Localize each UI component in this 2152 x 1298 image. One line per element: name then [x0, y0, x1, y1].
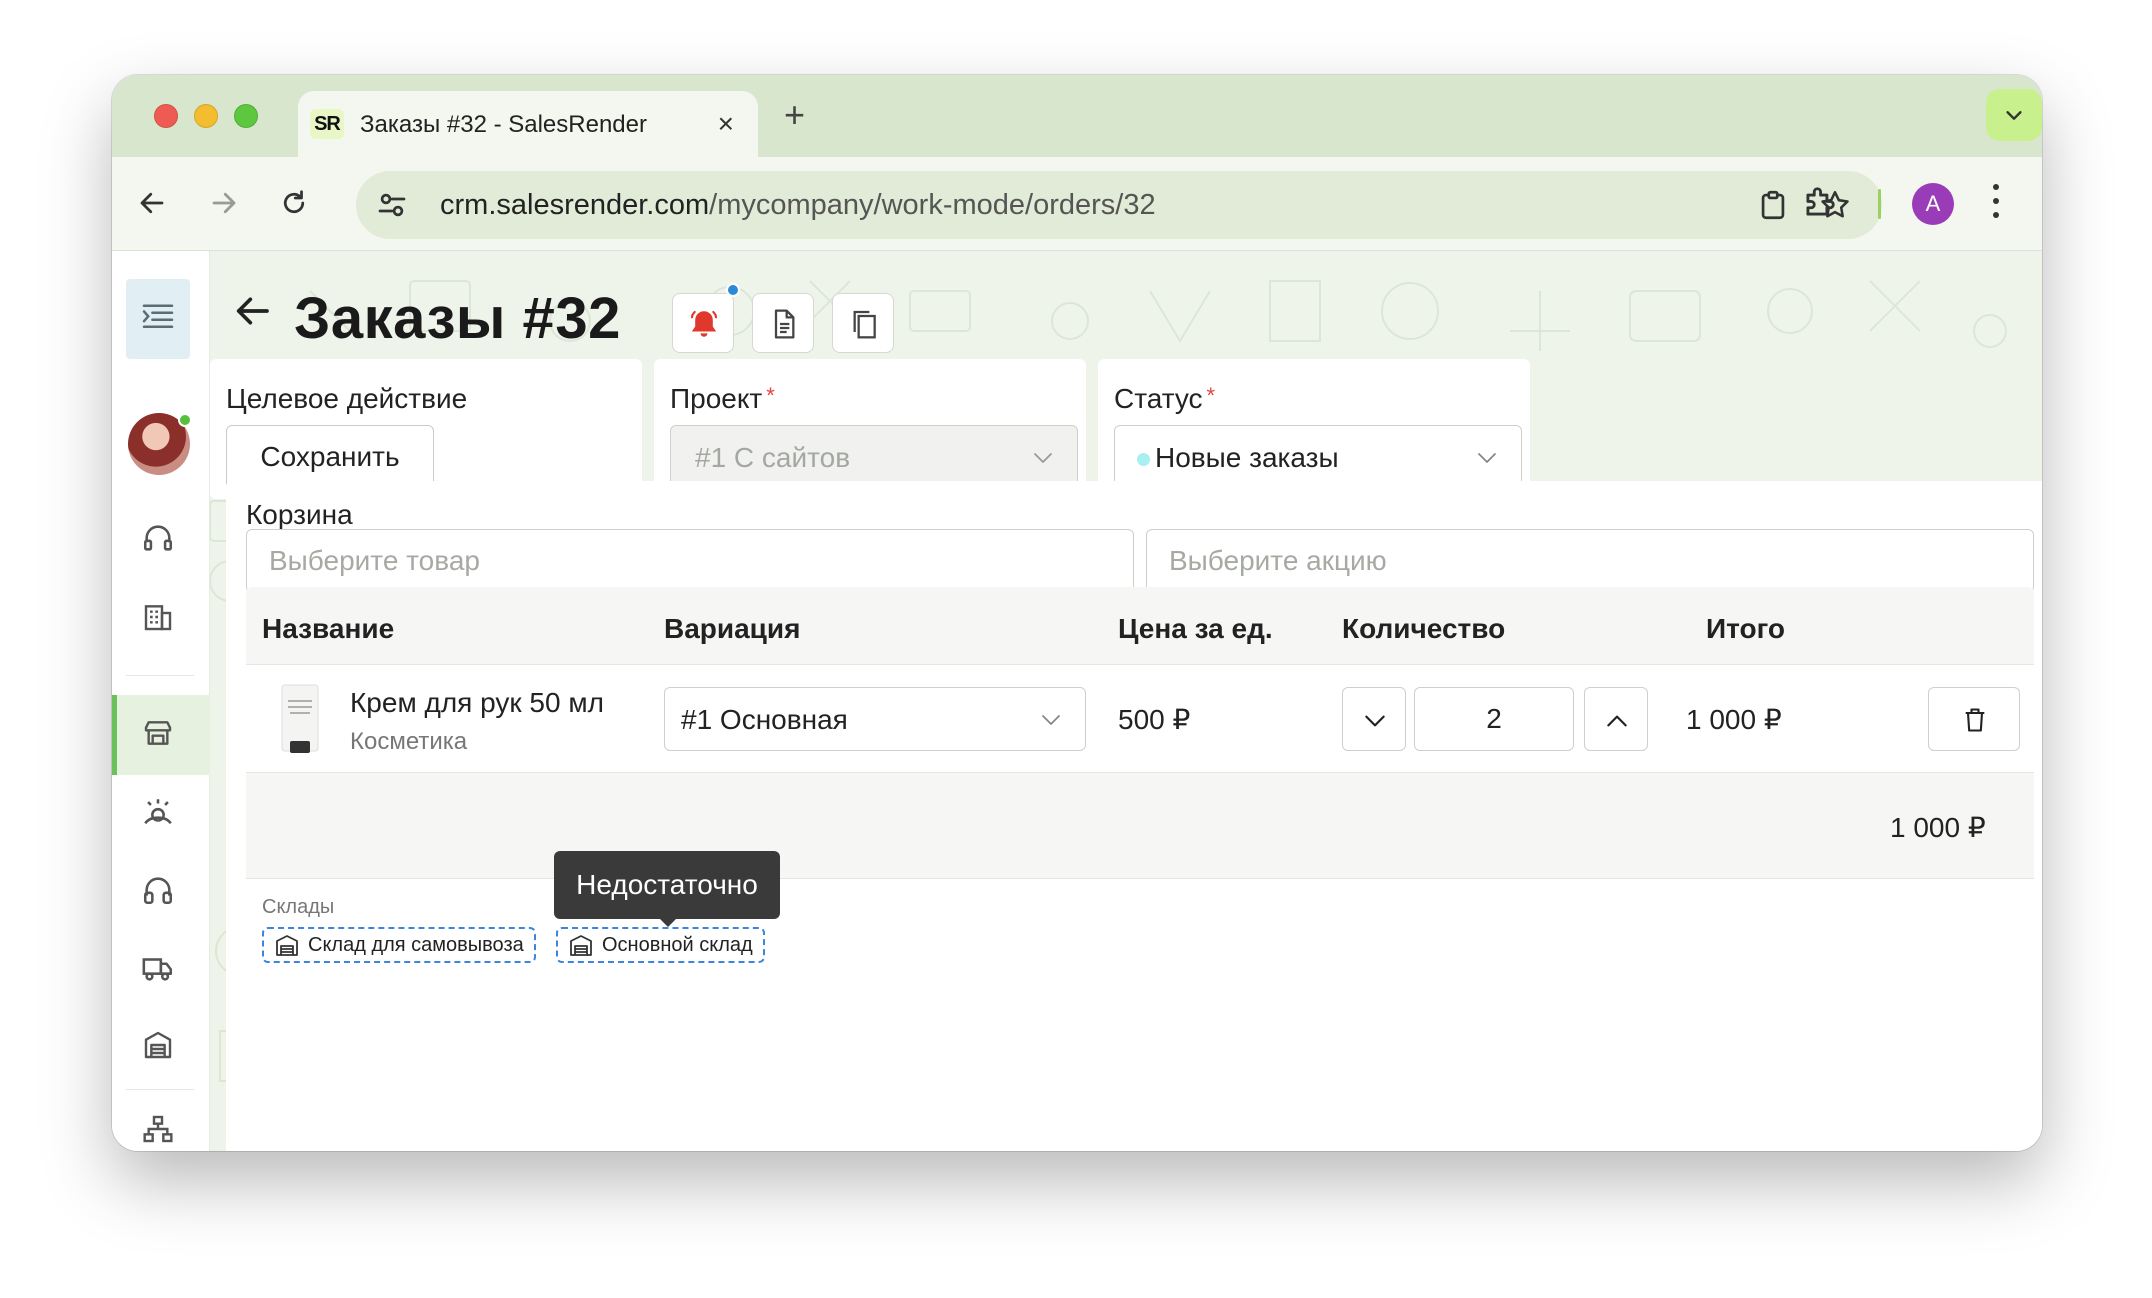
store-icon[interactable] [126, 703, 190, 767]
column-header-variation: Вариация [664, 613, 801, 644]
insufficient-tooltip: Недостаточно [554, 851, 780, 919]
page-title: Заказы #32 [294, 286, 621, 351]
variation-select[interactable]: #1 Основная [664, 687, 1086, 751]
product-name: Крем для рук 50 мл [350, 687, 604, 718]
warehouse-icon [570, 935, 592, 956]
copy-icon [853, 310, 876, 339]
browser-toolbar: crm.salesrender.com/mycompany/work-mode/… [112, 157, 2042, 251]
document-button[interactable] [752, 293, 814, 353]
notification-dot [726, 283, 740, 297]
document-icon [774, 309, 795, 339]
warehouse-name: Склад для самовывоза [308, 934, 524, 956]
close-window-button[interactable] [154, 104, 178, 128]
more-icon[interactable] [1986, 181, 2006, 227]
cart-label: Корзина [246, 499, 353, 530]
warehouse-chip[interactable]: Склад для самовывоза [262, 927, 536, 963]
back-icon[interactable] [130, 181, 174, 225]
bell-icon [690, 310, 718, 337]
variation-value: #1 Основная [681, 704, 848, 735]
extensions-icon[interactable] [1800, 183, 1838, 223]
browser-window: SR Заказы #32 - SalesRender × + crm.sale… [112, 75, 2042, 1151]
product-category: Косметика [350, 728, 468, 755]
quantity-increase-button[interactable] [1584, 687, 1648, 751]
favicon-icon: SR [310, 109, 344, 139]
row-total: 1 000 ₽ [1686, 704, 1782, 735]
warehouse-icon[interactable] [126, 1015, 190, 1079]
trash-icon [1965, 708, 1985, 732]
headphones-icon[interactable] [126, 859, 190, 923]
column-header-total: Итого [1706, 613, 1785, 644]
maximize-window-button[interactable] [234, 104, 258, 128]
project-card: Проект * #1 С сайтов [654, 359, 1086, 499]
quantity-decrease-button[interactable] [1342, 687, 1406, 751]
tab-title: Заказы #32 - SalesRender [360, 111, 647, 138]
project-value: #1 С сайтов [695, 442, 851, 473]
warehouses-label: Склады [262, 896, 335, 918]
quantity-input[interactable]: 2 [1414, 687, 1574, 751]
minimize-window-button[interactable] [194, 104, 218, 128]
promo-search-input[interactable]: Выберите акцию [1146, 529, 2034, 593]
forward-icon[interactable] [202, 181, 246, 225]
chevron-down-icon [1478, 453, 1496, 463]
page-content: Заказы #32 Целевое действие Сохранить Пр… [112, 251, 2042, 1151]
project-select[interactable]: #1 С сайтов [670, 425, 1078, 489]
tab-list-icon[interactable] [1986, 89, 2042, 141]
status-select[interactable]: Новые заказы [1114, 425, 1522, 489]
status-label: Статус * [1114, 383, 1216, 414]
back-arrow-icon[interactable] [232, 291, 272, 331]
page-header: Заказы #32 [210, 251, 2042, 361]
save-button[interactable]: Сохранить [226, 425, 434, 489]
toolbar-separator [1878, 189, 1881, 219]
warehouse-chip[interactable]: Основной склад [556, 927, 765, 963]
headset-icon[interactable] [126, 507, 190, 571]
tab-strip: SR Заказы #32 - SalesRender × + [112, 75, 2042, 157]
warehouse-name: Основной склад [602, 934, 753, 956]
warehouse-icon [276, 935, 298, 956]
browser-tab[interactable]: SR Заказы #32 - SalesRender × [298, 91, 758, 157]
chevron-down-icon [1034, 453, 1052, 463]
chevron-down-icon [1365, 715, 1385, 727]
chevron-up-icon [1607, 715, 1627, 727]
sidebar-divider [126, 675, 194, 676]
table-footer [246, 773, 2034, 879]
target-action-label: Целевое действие [226, 383, 468, 414]
structure-icon[interactable] [126, 1099, 190, 1151]
reload-icon[interactable] [272, 181, 316, 225]
tooltip-arrow [659, 918, 677, 927]
status-card: Статус * Новые заказы [1098, 359, 1530, 499]
profile-avatar[interactable]: A [1912, 183, 1954, 225]
sidebar [112, 251, 210, 1151]
unit-price: 500 ₽ [1118, 704, 1191, 735]
url-text: crm.salesrender.com/mycompany/work-mode/… [440, 189, 1156, 221]
address-bar[interactable]: crm.salesrender.com/mycompany/work-mode/… [356, 171, 1882, 239]
product-search-input[interactable]: Выберите товар [246, 529, 1134, 593]
sidebar-divider [126, 1089, 194, 1090]
target-action-card: Целевое действие Сохранить [210, 359, 642, 499]
grand-total: 1 000 ₽ [1890, 812, 1986, 843]
online-status-badge [178, 413, 192, 427]
column-header-quantity: Количество [1342, 613, 1506, 644]
building-icon[interactable] [126, 587, 190, 651]
support-person-icon[interactable] [126, 781, 190, 845]
delete-row-button[interactable] [1928, 687, 2020, 751]
tab-close-icon[interactable]: × [718, 107, 734, 141]
status-value: Новые заказы [1155, 442, 1339, 473]
status-color-dot [1137, 453, 1150, 466]
truck-icon[interactable] [126, 937, 190, 1001]
copy-button[interactable] [832, 293, 894, 353]
column-header-price: Цена за ед. [1118, 613, 1273, 644]
clipboard-icon[interactable] [1756, 188, 1790, 222]
chevron-down-icon [1042, 715, 1060, 725]
project-label: Проект * [670, 383, 775, 414]
notification-button[interactable] [672, 293, 734, 353]
new-tab-button[interactable]: + [784, 97, 805, 133]
site-settings-icon[interactable] [374, 187, 410, 223]
collapse-menu-icon[interactable] [126, 279, 190, 359]
column-header-name: Название [262, 613, 395, 644]
product-image [281, 684, 319, 753]
